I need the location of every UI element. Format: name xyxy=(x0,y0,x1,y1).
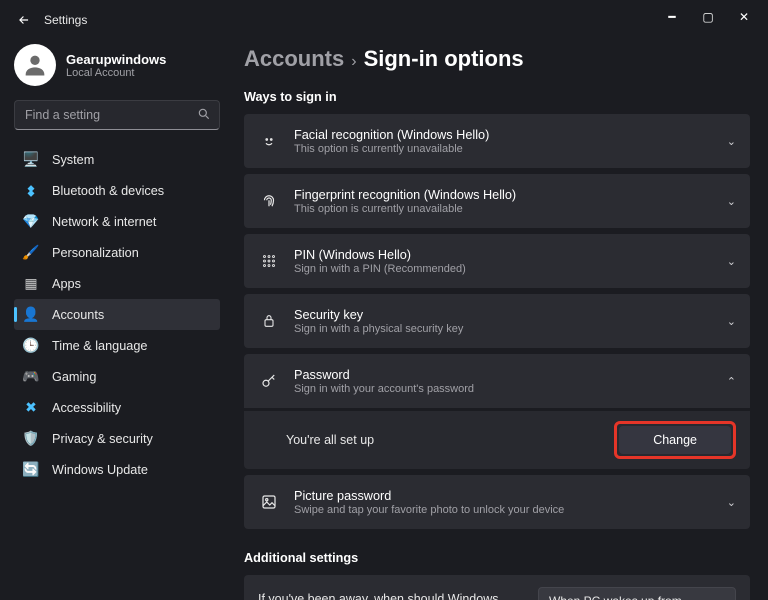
breadcrumb: Accounts › Sign-in options xyxy=(244,46,750,72)
signin-option-face[interactable]: Facial recognition (Windows Hello)This o… xyxy=(244,114,750,168)
key-icon xyxy=(258,372,280,390)
search-wrap xyxy=(14,100,220,130)
main-content: Accounts › Sign-in options Ways to sign … xyxy=(230,40,768,600)
face-icon xyxy=(258,132,280,150)
chevron-down-icon: ⌄ xyxy=(727,315,736,328)
titlebar: Settings ━ ▢ ✕ xyxy=(0,0,768,40)
sidebar-item-label: Network & internet xyxy=(52,215,156,229)
minimize-button[interactable]: ━ xyxy=(654,4,690,30)
pin-icon xyxy=(258,252,280,270)
signin-option-lock[interactable]: Security keySign in with a physical secu… xyxy=(244,294,750,348)
network-internet-icon: 💎 xyxy=(22,213,40,231)
option-desc: Swipe and tap your favorite photo to unl… xyxy=(294,504,717,516)
away-dropdown-value: When PC wakes up from sleep xyxy=(549,594,705,600)
option-desc: Sign in with a physical security key xyxy=(294,323,717,335)
sidebar-item-label: Personalization xyxy=(52,246,139,260)
away-setting-row: If you've been away, when should Windows… xyxy=(244,575,750,600)
user-block[interactable]: Gearupwindows Local Account xyxy=(14,44,220,86)
signin-option-pin[interactable]: PIN (Windows Hello)Sign in with a PIN (R… xyxy=(244,234,750,288)
windows-update-icon: 🔄 xyxy=(22,461,40,479)
option-title: Facial recognition (Windows Hello) xyxy=(294,128,717,142)
chevron-right-icon: › xyxy=(351,53,356,71)
sidebar-item-label: Gaming xyxy=(52,370,96,384)
privacy-security-icon: 🛡️ xyxy=(22,430,40,448)
sidebar-item-privacy-security[interactable]: 🛡️ Privacy & security xyxy=(14,423,220,454)
accounts-icon: 👤 xyxy=(22,306,40,324)
sidebar-item-windows-update[interactable]: 🔄 Windows Update xyxy=(14,454,220,485)
section-ways-label: Ways to sign in xyxy=(244,90,750,104)
change-button[interactable]: Change xyxy=(619,426,731,454)
chevron-down-icon: ⌄ xyxy=(727,255,736,268)
personalization-icon: 🖌️ xyxy=(22,244,40,262)
window-controls: ━ ▢ ✕ xyxy=(654,4,762,30)
option-title: Security key xyxy=(294,308,717,322)
chevron-down-icon: ⌄ xyxy=(727,496,736,509)
search-input[interactable] xyxy=(14,100,220,130)
accessibility-icon: ✖ xyxy=(22,399,40,417)
sidebar-item-label: Accounts xyxy=(52,308,104,322)
sidebar-item-label: Bluetooth & devices xyxy=(52,184,164,198)
password-expanded-panel: You're all set up Change xyxy=(244,411,750,469)
chevron-down-icon: ⌄ xyxy=(727,135,736,148)
back-button[interactable] xyxy=(12,8,36,32)
sidebar-item-system[interactable]: 🖥️ System xyxy=(14,144,220,175)
sidebar-item-label: Privacy & security xyxy=(52,432,153,446)
sidebar-item-accessibility[interactable]: ✖ Accessibility xyxy=(14,392,220,423)
chevron-up-icon: ⌃ xyxy=(727,375,736,388)
section-additional-label: Additional settings xyxy=(244,551,750,565)
option-desc: Sign in with a PIN (Recommended) xyxy=(294,263,717,275)
avatar xyxy=(14,44,56,86)
sidebar-item-label: System xyxy=(52,153,94,167)
signin-option-key[interactable]: PasswordSign in with your account's pass… xyxy=(244,354,750,408)
signin-options-list: Facial recognition (Windows Hello)This o… xyxy=(244,114,750,529)
finger-icon xyxy=(258,192,280,210)
sidebar-item-time-language[interactable]: 🕒 Time & language xyxy=(14,330,220,361)
option-desc: Sign in with your account's password xyxy=(294,383,717,395)
time-language-icon: 🕒 xyxy=(22,337,40,355)
away-label: If you've been away, when should Windows… xyxy=(258,591,538,600)
nav-list: 🖥️ System Bluetooth & devices 💎 Network & in… xyxy=(14,144,220,485)
app-title: Settings xyxy=(44,13,87,27)
sidebar-item-personalization[interactable]: 🖌️ Personalization xyxy=(14,237,220,268)
option-desc: This option is currently unavailable xyxy=(294,143,717,155)
sidebar-item-gaming[interactable]: 🎮 Gaming xyxy=(14,361,220,392)
sidebar-item-label: Apps xyxy=(52,277,81,291)
picture-icon xyxy=(258,493,280,511)
maximize-button[interactable]: ▢ xyxy=(690,4,726,30)
sidebar-item-label: Accessibility xyxy=(52,401,121,415)
option-title: Password xyxy=(294,368,717,382)
signin-option-finger[interactable]: Fingerprint recognition (Windows Hello)T… xyxy=(244,174,750,228)
user-name: Gearupwindows xyxy=(66,52,166,67)
apps-icon: ▦ xyxy=(22,275,40,293)
close-button[interactable]: ✕ xyxy=(726,4,762,30)
sidebar-item-label: Windows Update xyxy=(52,463,148,477)
bluetooth-devices-icon xyxy=(22,182,40,200)
option-title: PIN (Windows Hello) xyxy=(294,248,717,262)
password-status-text: You're all set up xyxy=(286,433,614,447)
sidebar-item-bluetooth-devices[interactable]: Bluetooth & devices xyxy=(14,175,220,206)
page-title: Sign-in options xyxy=(364,46,524,72)
option-desc: This option is currently unavailable xyxy=(294,203,717,215)
sidebar: Gearupwindows Local Account 🖥️ System Blue… xyxy=(0,40,230,600)
gaming-icon: 🎮 xyxy=(22,368,40,386)
lock-icon xyxy=(258,313,280,329)
option-title: Picture password xyxy=(294,489,717,503)
sidebar-item-apps[interactable]: ▦ Apps xyxy=(14,268,220,299)
sidebar-item-network-internet[interactable]: 💎 Network & internet xyxy=(14,206,220,237)
away-dropdown[interactable]: When PC wakes up from sleep ⌄ xyxy=(538,587,736,600)
sidebar-item-accounts[interactable]: 👤 Accounts xyxy=(14,299,220,330)
sidebar-item-label: Time & language xyxy=(52,339,147,353)
chevron-down-icon: ⌄ xyxy=(727,195,736,208)
system-icon: 🖥️ xyxy=(22,151,40,169)
user-type: Local Account xyxy=(66,67,166,79)
option-title: Fingerprint recognition (Windows Hello) xyxy=(294,188,717,202)
signin-option-picture[interactable]: Picture passwordSwipe and tap your favor… xyxy=(244,475,750,529)
breadcrumb-root[interactable]: Accounts xyxy=(244,46,344,72)
change-button-highlight: Change xyxy=(614,421,736,459)
